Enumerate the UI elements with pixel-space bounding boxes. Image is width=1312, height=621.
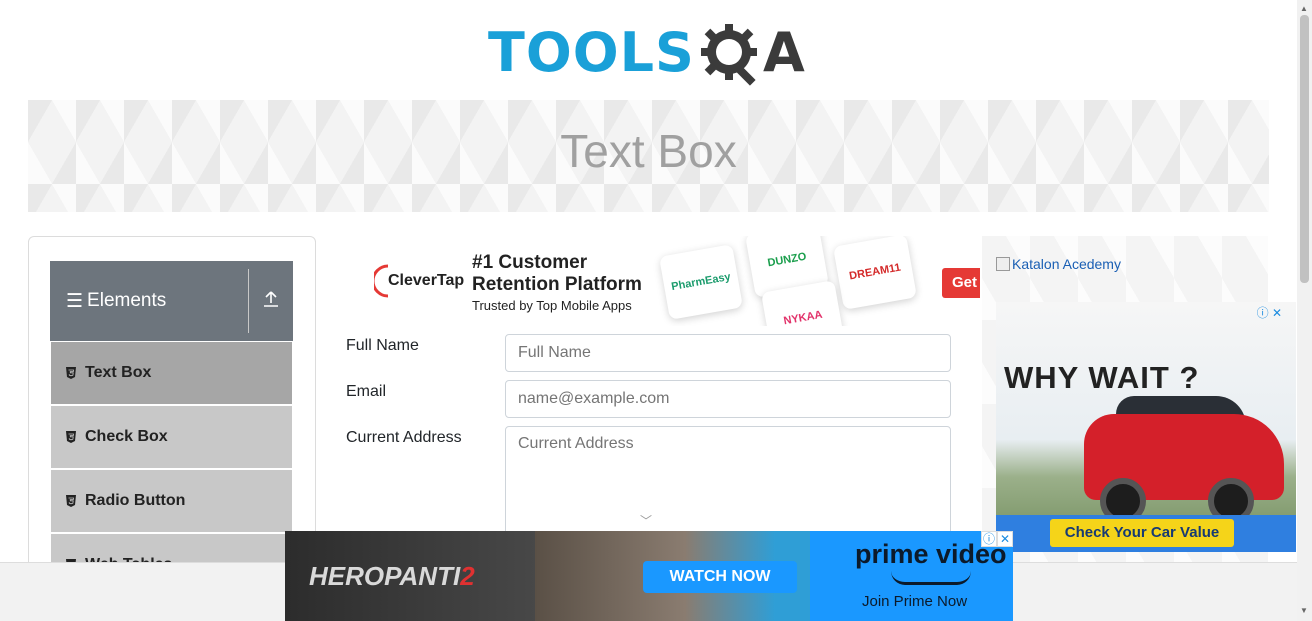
sidebar-item-label: Text Box (85, 364, 152, 381)
sidebar-item-label: Radio Button (85, 492, 186, 509)
prime-video-ad[interactable]: HEROPANTI2 WATCH NOW prime video Join Pr… (285, 531, 1013, 621)
collapse-icon[interactable] (249, 290, 293, 313)
page-banner: Text Box (28, 100, 1269, 212)
katalon-ad-link[interactable]: Katalon Acedemy (996, 256, 1121, 272)
right-ad-panel: Katalon Acedemy ⓘ ✕ WHY WAIT ? Check You… (982, 236, 1296, 562)
ad-tile: DREAM11 (833, 236, 917, 310)
current-address-label: Current Address (346, 429, 462, 446)
html5-icon (66, 431, 76, 443)
chevron-down-icon: ﹀ (640, 514, 653, 528)
sidebar-item-check-box[interactable]: Check Box (51, 406, 292, 468)
scroll-thumb[interactable] (1300, 15, 1309, 283)
full-name-label: Full Name (346, 337, 419, 354)
gear-magnifier-icon (700, 24, 757, 86)
ad-get-button[interactable]: Get (942, 268, 980, 298)
ad-headline-line2: Retention Platform (472, 274, 642, 295)
group-title: Elements (87, 290, 167, 311)
email-input[interactable] (505, 380, 951, 418)
check-car-value-button[interactable]: Check Your Car Value (1050, 519, 1234, 547)
car-ad[interactable]: ⓘ ✕ WHY WAIT ? Check Your Car Value (996, 302, 1296, 552)
sidebar-item-label: Check Box (85, 428, 168, 445)
car-ad-headline: WHY WAIT ? (1004, 360, 1200, 395)
close-icon[interactable]: ✕ (997, 531, 1013, 547)
toolsqa-logo[interactable]: TOOLS A (488, 14, 812, 92)
ad-close-controls[interactable]: ⓘ ✕ (981, 531, 1013, 547)
html5-icon (66, 495, 76, 507)
sidebar: ☰ Elements Text Box Check Box Radio Butt… (28, 236, 316, 576)
movie-title: HEROPANTI2 (309, 561, 475, 592)
prime-smile-icon (891, 571, 971, 585)
logo-text: TOOLS (488, 21, 695, 84)
katalon-link-text: Katalon Acedemy (1012, 256, 1121, 272)
scroll-down-icon[interactable]: ▼ (1300, 606, 1308, 615)
page: TOOLS A Text Box ☰ Elements Text Box Che… (0, 0, 1312, 621)
scroll-up-icon[interactable]: ▲ (1300, 4, 1308, 13)
html5-icon (66, 367, 76, 379)
broken-image-icon (996, 257, 1010, 271)
logo-suffix: A (762, 21, 805, 84)
movie-title-main: HEROPANTI (309, 561, 461, 591)
elements-group-header[interactable]: ☰ Elements (50, 261, 293, 341)
email-label: Email (346, 383, 387, 400)
ad-subline: Trusted by Top Mobile Apps (472, 298, 632, 313)
page-scrollbar[interactable]: ▲ ▼ (1297, 0, 1312, 621)
clevertap-ad[interactable]: CleverTap #1 Customer Retention Platform… (346, 236, 980, 326)
ad-headline-line1: #1 Customer (472, 252, 588, 273)
movie-title-number: 2 (460, 561, 475, 591)
full-name-input[interactable] (505, 334, 951, 372)
clevertap-brand: CleverTap (388, 272, 465, 289)
adchoices-icon[interactable]: ⓘ ✕ (1257, 304, 1282, 321)
ad-headline: #1 Customer Retention Platform (472, 252, 642, 296)
adchoices-icon[interactable]: ⓘ (981, 531, 997, 547)
sidebar-item-radio-button[interactable]: Radio Button (51, 470, 292, 532)
join-prime-text: Join Prime Now (862, 593, 968, 610)
sidebar-item-text-box[interactable]: Text Box (51, 342, 292, 404)
watch-now-button[interactable]: WATCH NOW (643, 561, 797, 593)
page-title: Text Box (560, 125, 737, 177)
current-address-textarea[interactable] (505, 426, 951, 538)
ad-tile: PharmEasy (659, 244, 743, 320)
hamburger-icon: ☰ (66, 290, 84, 312)
